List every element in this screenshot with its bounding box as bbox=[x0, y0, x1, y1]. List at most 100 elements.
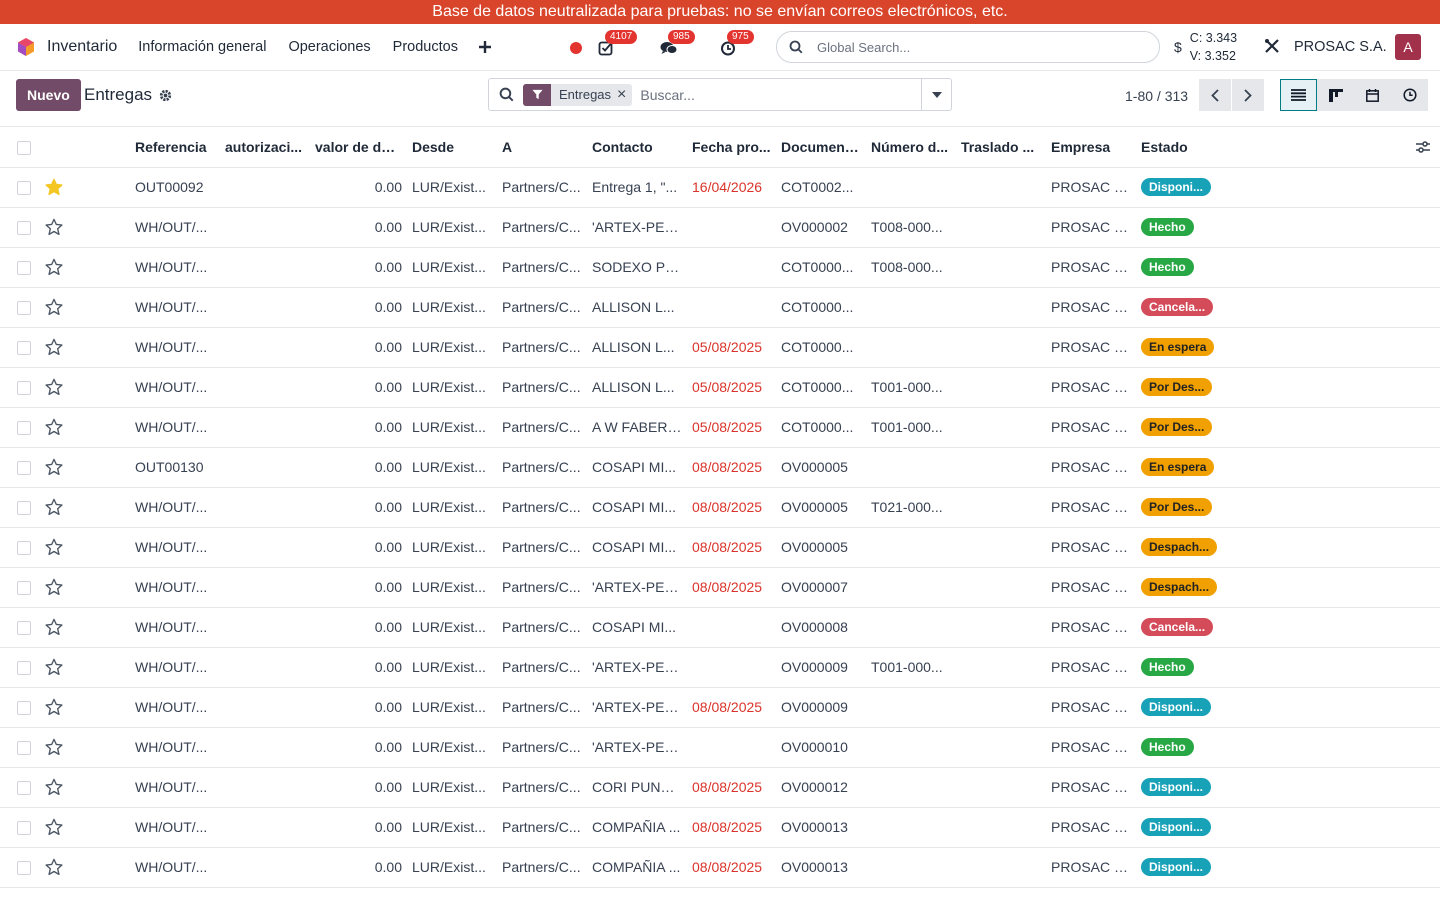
table-row[interactable]: OUT00130 0.00 LUR/Exist... Partners/C... COS… bbox=[0, 447, 1440, 487]
menu-informacion-general[interactable]: Información general bbox=[138, 39, 266, 55]
optional-columns-icon[interactable] bbox=[1416, 141, 1430, 153]
table-row[interactable]: WH/OUT/... 0.00 LUR/Exist... Partners/C... C… bbox=[0, 847, 1440, 887]
timer-button[interactable]: 975 bbox=[718, 29, 754, 58]
activity-button[interactable]: 4107 bbox=[596, 29, 638, 58]
row-checkbox[interactable] bbox=[17, 221, 31, 236]
kanban-view-button[interactable] bbox=[1317, 79, 1354, 111]
star-icon[interactable] bbox=[45, 618, 63, 636]
star-icon[interactable] bbox=[45, 698, 63, 716]
table-row[interactable]: OUT00092 0.00 LUR/Exist... Partners/C... Ent… bbox=[0, 167, 1440, 207]
global-search-box[interactable] bbox=[776, 31, 1160, 63]
star-icon[interactable] bbox=[45, 578, 63, 596]
recording-indicator-icon[interactable] bbox=[570, 41, 582, 54]
search-input[interactable] bbox=[640, 86, 921, 103]
row-checkbox[interactable] bbox=[17, 781, 31, 796]
col-empresa[interactable]: Empresa bbox=[1046, 127, 1136, 167]
list-view-button[interactable] bbox=[1280, 79, 1317, 111]
col-desde[interactable]: Desde bbox=[407, 127, 497, 167]
row-checkbox[interactable] bbox=[17, 861, 31, 876]
messages-button[interactable]: 985 bbox=[659, 29, 695, 58]
star-icon[interactable] bbox=[45, 338, 63, 356]
table-row[interactable]: WH/OUT/... 0.00 LUR/Exist... Partners/C... C… bbox=[0, 487, 1440, 527]
pager-previous-button[interactable] bbox=[1199, 79, 1231, 111]
col-estado[interactable]: Estado bbox=[1141, 139, 1188, 155]
row-checkbox[interactable] bbox=[17, 581, 31, 596]
menu-productos[interactable]: Productos bbox=[393, 39, 458, 55]
gear-icon[interactable] bbox=[159, 89, 172, 102]
app-name[interactable]: Inventario bbox=[47, 38, 117, 56]
star-icon[interactable] bbox=[45, 258, 63, 276]
star-icon[interactable] bbox=[45, 818, 63, 836]
col-referencia[interactable]: Referencia bbox=[130, 127, 220, 167]
row-checkbox[interactable] bbox=[17, 261, 31, 276]
global-search-input[interactable] bbox=[817, 39, 1117, 55]
row-checkbox[interactable] bbox=[17, 301, 31, 316]
row-checkbox[interactable] bbox=[17, 661, 31, 676]
pager-next-button[interactable] bbox=[1232, 79, 1264, 111]
table-row[interactable]: WH/OUT/... 0.00 LUR/Exist... Partners/C... C… bbox=[0, 807, 1440, 847]
row-checkbox[interactable] bbox=[17, 621, 31, 636]
auth-cell bbox=[220, 167, 310, 207]
table-row[interactable]: WH/OUT/... 0.00 LUR/Exist... Partners/C... '… bbox=[0, 687, 1440, 727]
row-checkbox[interactable] bbox=[17, 501, 31, 516]
star-icon[interactable] bbox=[45, 778, 63, 796]
user-avatar[interactable]: A bbox=[1395, 34, 1421, 60]
star-icon[interactable] bbox=[45, 298, 63, 316]
row-checkbox[interactable] bbox=[17, 181, 31, 196]
row-checkbox[interactable] bbox=[17, 741, 31, 756]
star-icon[interactable] bbox=[45, 738, 63, 756]
table-row[interactable]: WH/OUT/... 0.00 LUR/Exist... Partners/C... '… bbox=[0, 647, 1440, 687]
row-checkbox[interactable] bbox=[17, 381, 31, 396]
close-icon[interactable]: × bbox=[617, 86, 632, 104]
col-numero-documento[interactable]: Número d... bbox=[866, 127, 956, 167]
debug-tools-icon[interactable] bbox=[1264, 38, 1280, 54]
table-row[interactable]: WH/OUT/... 0.00 LUR/Exist... Partners/C... '… bbox=[0, 207, 1440, 247]
select-all-checkbox[interactable] bbox=[17, 140, 31, 155]
star-icon[interactable] bbox=[45, 858, 63, 876]
star-icon[interactable] bbox=[45, 658, 63, 676]
col-fecha-prevista[interactable]: Fecha pro... bbox=[687, 127, 776, 167]
star-filled-icon[interactable] bbox=[45, 178, 63, 196]
table-row[interactable]: WH/OUT/... 0.00 LUR/Exist... Partners/C... S… bbox=[0, 247, 1440, 287]
row-checkbox[interactable] bbox=[17, 461, 31, 476]
table-row[interactable]: WH/OUT/... 0.00 LUR/Exist... Partners/C... C… bbox=[0, 607, 1440, 647]
col-documento-origen[interactable]: Document... bbox=[776, 127, 866, 167]
row-checkbox[interactable] bbox=[17, 701, 31, 716]
table-row[interactable]: WH/OUT/... 0.00 LUR/Exist... Partners/C... A… bbox=[0, 367, 1440, 407]
ref-cell: WH/OUT/... bbox=[135, 779, 208, 795]
menu-operaciones[interactable]: Operaciones bbox=[288, 39, 370, 55]
activity-view-button[interactable] bbox=[1391, 79, 1428, 111]
search-panel-toggle[interactable] bbox=[921, 79, 951, 110]
table-row[interactable]: WH/OUT/... 0.00 LUR/Exist... Partners/C... C… bbox=[0, 527, 1440, 567]
transfer-cell bbox=[956, 367, 1046, 407]
table-row[interactable]: WH/OUT/... 0.00 LUR/Exist... Partners/C... A… bbox=[0, 407, 1440, 447]
star-icon[interactable] bbox=[45, 498, 63, 516]
star-icon[interactable] bbox=[45, 218, 63, 236]
col-valor-descuento[interactable]: valor de des... bbox=[310, 127, 407, 167]
table-row[interactable]: WH/OUT/... 0.00 LUR/Exist... Partners/C... A… bbox=[0, 287, 1440, 327]
plus-icon[interactable] bbox=[478, 40, 492, 54]
row-checkbox[interactable] bbox=[17, 421, 31, 436]
table-row[interactable]: WH/OUT/... 0.00 LUR/Exist... Partners/C... C… bbox=[0, 767, 1440, 807]
table-row[interactable]: WH/OUT/... 0.00 LUR/Exist... Partners/C... A… bbox=[0, 327, 1440, 367]
calendar-view-button[interactable] bbox=[1354, 79, 1391, 111]
table-row[interactable]: WH/OUT/... 0.00 LUR/Exist... Partners/C... '… bbox=[0, 727, 1440, 767]
col-contacto[interactable]: Contacto bbox=[587, 127, 687, 167]
new-button[interactable]: Nuevo bbox=[16, 79, 81, 111]
star-icon[interactable] bbox=[45, 538, 63, 556]
star-icon[interactable] bbox=[45, 418, 63, 436]
pager-value[interactable]: 1-80 / 313 bbox=[1125, 88, 1188, 104]
row-checkbox[interactable] bbox=[17, 541, 31, 556]
table-row[interactable]: WH/OUT/... 0.00 LUR/Exist... Partners/C... '… bbox=[0, 567, 1440, 607]
inventory-app-logo-icon[interactable] bbox=[16, 37, 36, 57]
company-switcher[interactable]: PROSAC S.A. bbox=[1294, 39, 1387, 55]
col-a[interactable]: A bbox=[497, 127, 587, 167]
search-bar[interactable]: Entregas × bbox=[488, 78, 952, 111]
star-icon[interactable] bbox=[45, 458, 63, 476]
row-checkbox[interactable] bbox=[17, 341, 31, 356]
star-icon[interactable] bbox=[45, 378, 63, 396]
row-checkbox[interactable] bbox=[17, 821, 31, 836]
col-autorizacion[interactable]: autorizaci... bbox=[220, 127, 310, 167]
col-traslado[interactable]: Traslado ... bbox=[956, 127, 1046, 167]
exchange-rate[interactable]: $ C: 3.343 V: 3.352 bbox=[1174, 29, 1237, 65]
